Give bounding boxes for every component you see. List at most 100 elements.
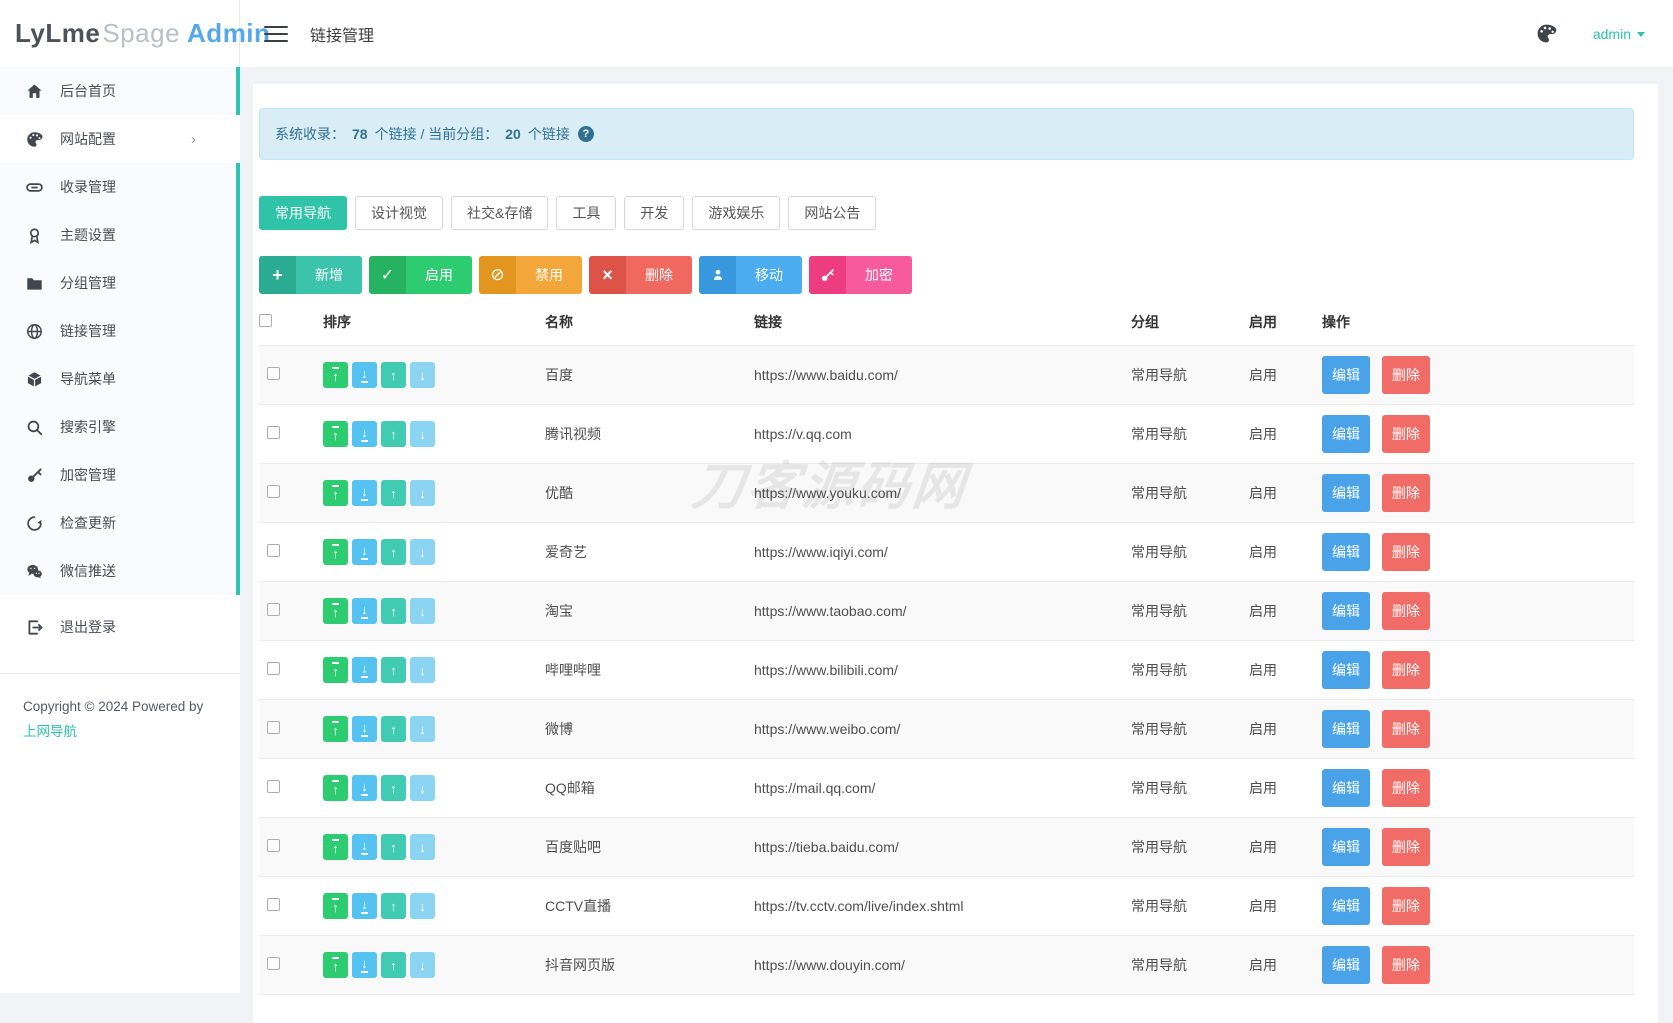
- delete-button[interactable]: 删除: [1382, 710, 1430, 748]
- move-up-button[interactable]: ↑: [381, 893, 406, 919]
- enable-button[interactable]: ✓ 启用: [369, 256, 472, 294]
- sidebar-item-links[interactable]: 链接管理: [0, 307, 240, 355]
- move-down-button[interactable]: ↓: [410, 598, 435, 624]
- move-to-top-button[interactable]: ↑: [323, 775, 348, 801]
- copyright-link[interactable]: 上网导航: [23, 719, 77, 744]
- row-checkbox[interactable]: [267, 662, 280, 675]
- move-up-button[interactable]: ↑: [381, 480, 406, 506]
- row-checkbox[interactable]: [267, 426, 280, 439]
- move-to-bottom-button[interactable]: ↓: [352, 539, 377, 565]
- sidebar-item-nav-menu[interactable]: 导航菜单: [0, 355, 240, 403]
- row-checkbox[interactable]: [267, 603, 280, 616]
- tab-games[interactable]: 游戏娱乐: [692, 196, 780, 230]
- sidebar-item-wechat-push[interactable]: 微信推送: [0, 547, 240, 595]
- delete-button[interactable]: 删除: [1382, 415, 1430, 453]
- move-up-button[interactable]: ↑: [381, 657, 406, 683]
- move-to-top-button[interactable]: ↑: [323, 421, 348, 447]
- sidebar-item-dashboard[interactable]: 后台首页: [0, 67, 240, 115]
- theme-palette-icon[interactable]: [1536, 23, 1557, 44]
- row-checkbox[interactable]: [267, 544, 280, 557]
- edit-button[interactable]: 编辑: [1322, 474, 1370, 512]
- move-up-button[interactable]: ↑: [381, 598, 406, 624]
- delete-button[interactable]: 删除: [1382, 533, 1430, 571]
- move-down-button[interactable]: ↓: [410, 480, 435, 506]
- sidebar-item-site-config[interactable]: 网站配置 ›: [0, 115, 240, 163]
- move-to-top-button[interactable]: ↑: [323, 893, 348, 919]
- move-to-top-button[interactable]: ↑: [323, 539, 348, 565]
- user-dropdown[interactable]: admin: [1593, 26, 1645, 42]
- move-up-button[interactable]: ↑: [381, 716, 406, 742]
- row-checkbox[interactable]: [267, 839, 280, 852]
- edit-button[interactable]: 编辑: [1322, 769, 1370, 807]
- move-up-button[interactable]: ↑: [381, 421, 406, 447]
- move-to-bottom-button[interactable]: ↓: [352, 775, 377, 801]
- move-down-button[interactable]: ↓: [410, 834, 435, 860]
- tab-dev[interactable]: 开发: [624, 196, 684, 230]
- delete-button[interactable]: 删除: [1382, 651, 1430, 689]
- move-to-bottom-button[interactable]: ↓: [352, 893, 377, 919]
- move-down-button[interactable]: ↓: [410, 421, 435, 447]
- edit-button[interactable]: 编辑: [1322, 415, 1370, 453]
- move-to-bottom-button[interactable]: ↓: [352, 480, 377, 506]
- move-to-top-button[interactable]: ↑: [323, 657, 348, 683]
- tab-design-visual[interactable]: 设计视觉: [355, 196, 443, 230]
- move-down-button[interactable]: ↓: [410, 657, 435, 683]
- move-to-bottom-button[interactable]: ↓: [352, 952, 377, 978]
- delete-button[interactable]: 删除: [1382, 946, 1430, 984]
- delete-button[interactable]: 删除: [1382, 474, 1430, 512]
- delete-button[interactable]: 删除: [1382, 828, 1430, 866]
- edit-button[interactable]: 编辑: [1322, 710, 1370, 748]
- help-icon[interactable]: ?: [578, 126, 594, 142]
- move-up-button[interactable]: ↑: [381, 539, 406, 565]
- delete-button[interactable]: 删除: [1382, 592, 1430, 630]
- edit-button[interactable]: 编辑: [1322, 651, 1370, 689]
- tab-site-notice[interactable]: 网站公告: [788, 196, 876, 230]
- tab-common-nav[interactable]: 常用导航: [259, 196, 347, 230]
- select-all-checkbox[interactable]: [259, 314, 272, 327]
- row-checkbox[interactable]: [267, 485, 280, 498]
- sidebar-item-groups[interactable]: 分组管理: [0, 259, 240, 307]
- row-checkbox[interactable]: [267, 898, 280, 911]
- delete-selected-button[interactable]: × 删除: [589, 256, 692, 294]
- move-down-button[interactable]: ↓: [410, 775, 435, 801]
- row-checkbox[interactable]: [267, 721, 280, 734]
- row-checkbox[interactable]: [267, 367, 280, 380]
- move-down-button[interactable]: ↓: [410, 716, 435, 742]
- sidebar-item-check-update[interactable]: 检查更新: [0, 499, 240, 547]
- move-down-button[interactable]: ↓: [410, 539, 435, 565]
- move-to-top-button[interactable]: ↑: [323, 362, 348, 388]
- move-button[interactable]: 移动: [699, 256, 802, 294]
- move-up-button[interactable]: ↑: [381, 952, 406, 978]
- tab-social-storage[interactable]: 社交&存储: [451, 196, 548, 230]
- move-up-button[interactable]: ↑: [381, 775, 406, 801]
- sidebar-item-logout[interactable]: 退出登录: [0, 603, 240, 651]
- sidebar-item-collection[interactable]: 收录管理: [0, 163, 240, 211]
- move-up-button[interactable]: ↑: [381, 362, 406, 388]
- disable-button[interactable]: ⊘ 禁用: [479, 256, 582, 294]
- row-checkbox[interactable]: [267, 957, 280, 970]
- move-to-bottom-button[interactable]: ↓: [352, 716, 377, 742]
- move-to-top-button[interactable]: ↑: [323, 480, 348, 506]
- move-to-bottom-button[interactable]: ↓: [352, 834, 377, 860]
- sidebar-item-theme[interactable]: 主题设置: [0, 211, 240, 259]
- menu-toggle-icon[interactable]: [264, 26, 288, 42]
- sidebar-item-search-engine[interactable]: 搜索引擎: [0, 403, 240, 451]
- move-to-bottom-button[interactable]: ↓: [352, 657, 377, 683]
- delete-button[interactable]: 删除: [1382, 769, 1430, 807]
- sidebar-item-encryption[interactable]: 加密管理: [0, 451, 240, 499]
- tab-tools[interactable]: 工具: [556, 196, 616, 230]
- move-down-button[interactable]: ↓: [410, 362, 435, 388]
- move-to-top-button[interactable]: ↑: [323, 598, 348, 624]
- row-checkbox[interactable]: [267, 780, 280, 793]
- move-to-bottom-button[interactable]: ↓: [352, 421, 377, 447]
- edit-button[interactable]: 编辑: [1322, 356, 1370, 394]
- add-button[interactable]: + 新增: [259, 256, 362, 294]
- move-down-button[interactable]: ↓: [410, 893, 435, 919]
- encrypt-button[interactable]: 加密: [809, 256, 912, 294]
- move-to-bottom-button[interactable]: ↓: [352, 598, 377, 624]
- move-to-bottom-button[interactable]: ↓: [352, 362, 377, 388]
- move-to-top-button[interactable]: ↑: [323, 952, 348, 978]
- move-to-top-button[interactable]: ↑: [323, 716, 348, 742]
- edit-button[interactable]: 编辑: [1322, 592, 1370, 630]
- edit-button[interactable]: 编辑: [1322, 946, 1370, 984]
